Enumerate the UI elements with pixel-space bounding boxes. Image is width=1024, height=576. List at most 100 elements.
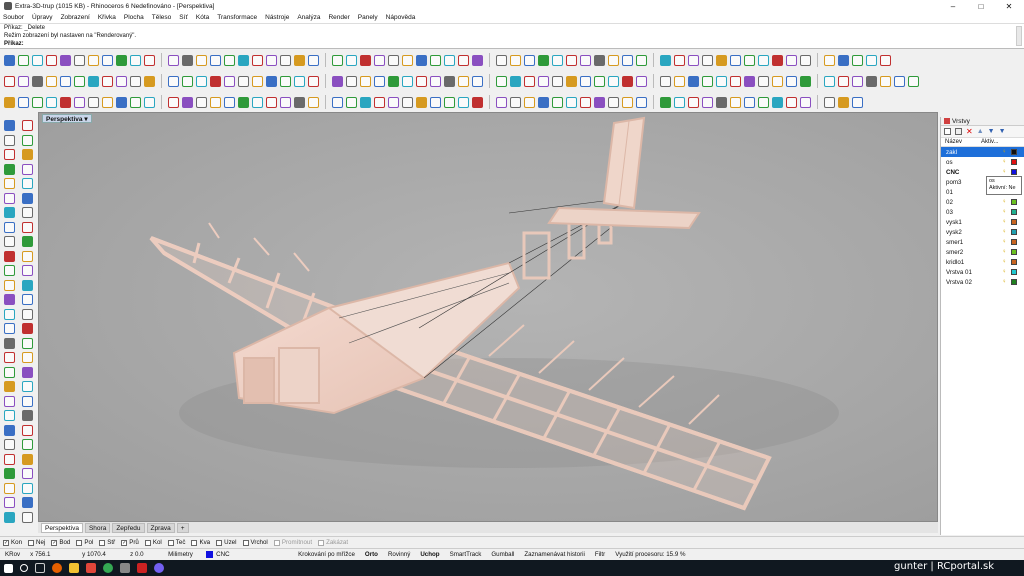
tool-icon[interactable] [360, 96, 371, 108]
tool-icon[interactable] [346, 96, 357, 108]
tool-icon[interactable] [496, 96, 507, 108]
tool-icon[interactable] [772, 96, 783, 108]
osnap-kva[interactable]: Kva [191, 539, 210, 546]
tool-icon[interactable] [674, 75, 685, 87]
tool-icon[interactable] [730, 75, 741, 87]
tool-icon[interactable] [168, 96, 179, 108]
tool-icon[interactable] [22, 250, 33, 262]
tool-icon[interactable] [4, 468, 15, 479]
layer-row[interactable]: 03 ♀ [941, 207, 1024, 217]
lightbulb-icon[interactable]: ♀ [1002, 279, 1007, 285]
tool-icon[interactable] [130, 75, 141, 87]
tool-icon[interactable] [824, 75, 835, 87]
tab-zprava[interactable]: Zprava [146, 522, 175, 533]
tool-icon[interactable] [224, 96, 235, 108]
tool-icon[interactable] [22, 294, 33, 305]
checkbox[interactable] [167, 539, 174, 546]
tool-icon[interactable] [4, 75, 15, 87]
layer-color-swatch[interactable] [1011, 229, 1017, 235]
tool-icon[interactable] [608, 54, 619, 66]
tool-icon[interactable] [46, 54, 57, 66]
tool-icon[interactable] [294, 96, 305, 108]
tool-icon[interactable] [636, 54, 647, 66]
tool-icon[interactable] [18, 96, 29, 108]
lightbulb-icon[interactable]: ♀ [1002, 249, 1007, 255]
tool-icon[interactable] [346, 54, 357, 66]
menu-zobrazeni[interactable]: Zobrazení [61, 14, 90, 21]
tool-icon[interactable] [552, 54, 563, 66]
tool-icon[interactable] [22, 178, 33, 189]
tool-icon[interactable] [224, 54, 235, 66]
tool-icon[interactable] [594, 96, 605, 108]
column-name[interactable]: Název [945, 139, 981, 145]
tool-icon[interactable] [22, 279, 33, 291]
tool-icon[interactable] [22, 149, 33, 160]
tool-icon[interactable] [22, 410, 33, 421]
tool-icon[interactable] [60, 96, 71, 108]
tool-icon[interactable] [4, 323, 15, 334]
command-scrollbar[interactable] [1016, 26, 1022, 46]
tool-icon[interactable] [22, 352, 33, 363]
tool-icon[interactable] [880, 75, 891, 87]
tool-icon[interactable] [238, 75, 249, 87]
menu-kota[interactable]: Kóta [196, 14, 209, 21]
delete-layer-icon[interactable]: ✕ [966, 128, 973, 136]
osnap-promítnout[interactable]: Promítnout [273, 539, 312, 546]
tool-icon[interactable] [22, 265, 33, 276]
tool-icon[interactable] [430, 75, 441, 87]
windows-start-icon[interactable] [4, 563, 13, 573]
tool-icon[interactable] [4, 279, 15, 291]
tool-icon[interactable] [22, 468, 33, 479]
tool-icon[interactable] [758, 54, 769, 66]
tool-icon[interactable] [182, 54, 193, 66]
tool-icon[interactable] [18, 54, 29, 66]
tool-icon[interactable] [866, 54, 877, 66]
tool-icon[interactable] [60, 75, 71, 87]
tool-icon[interactable] [416, 96, 427, 108]
tool-icon[interactable] [566, 54, 577, 66]
tool-icon[interactable] [824, 96, 835, 108]
tool-icon[interactable] [4, 511, 15, 523]
osnap-prů[interactable]: ✓ Prů [121, 539, 139, 546]
tool-icon[interactable] [852, 54, 863, 66]
tool-icon[interactable] [88, 96, 99, 108]
tool-icon[interactable] [346, 75, 357, 87]
tool-icon[interactable] [4, 149, 15, 160]
tool-icon[interactable] [800, 96, 811, 108]
tool-icon[interactable] [838, 75, 849, 87]
checkbox[interactable] [99, 539, 106, 546]
tool-icon[interactable] [294, 75, 305, 87]
tool-icon[interactable] [4, 482, 15, 494]
tool-icon[interactable] [4, 178, 15, 189]
tool-icon[interactable] [636, 96, 647, 108]
tool-icon[interactable] [4, 265, 15, 276]
tool-icon[interactable] [88, 75, 99, 87]
tool-icon[interactable] [308, 75, 319, 87]
tool-icon[interactable] [280, 54, 291, 66]
layer-row[interactable]: os ♀ [941, 157, 1024, 167]
tool-icon[interactable] [566, 75, 577, 87]
tool-icon[interactable] [22, 134, 33, 146]
tool-icon[interactable] [168, 54, 179, 66]
app-icon[interactable] [137, 563, 147, 573]
tool-icon[interactable] [4, 96, 15, 108]
tool-icon[interactable] [4, 424, 15, 436]
cplane-label[interactable]: KRov [0, 551, 25, 558]
tab-shora[interactable]: Shora [84, 522, 111, 533]
menu-analyza[interactable]: Analýza [297, 14, 320, 21]
history-toggle[interactable]: Zaznamenávat historii [519, 551, 590, 558]
tool-icon[interactable] [182, 75, 193, 87]
tool-icon[interactable] [32, 96, 43, 108]
tool-icon[interactable] [800, 54, 811, 66]
tool-icon[interactable] [4, 453, 15, 465]
tool-icon[interactable] [688, 75, 699, 87]
tool-icon[interactable] [224, 75, 235, 87]
tool-icon[interactable] [4, 120, 15, 131]
osnap-zakázat[interactable]: Zakázat [318, 539, 348, 546]
lightbulb-icon[interactable]: ♀ [1002, 159, 1007, 165]
osnap-nej[interactable]: Nej [28, 539, 45, 546]
tool-icon[interactable] [496, 54, 507, 66]
tool-icon[interactable] [660, 75, 671, 87]
tool-icon[interactable] [280, 75, 291, 87]
tool-icon[interactable] [4, 221, 15, 233]
